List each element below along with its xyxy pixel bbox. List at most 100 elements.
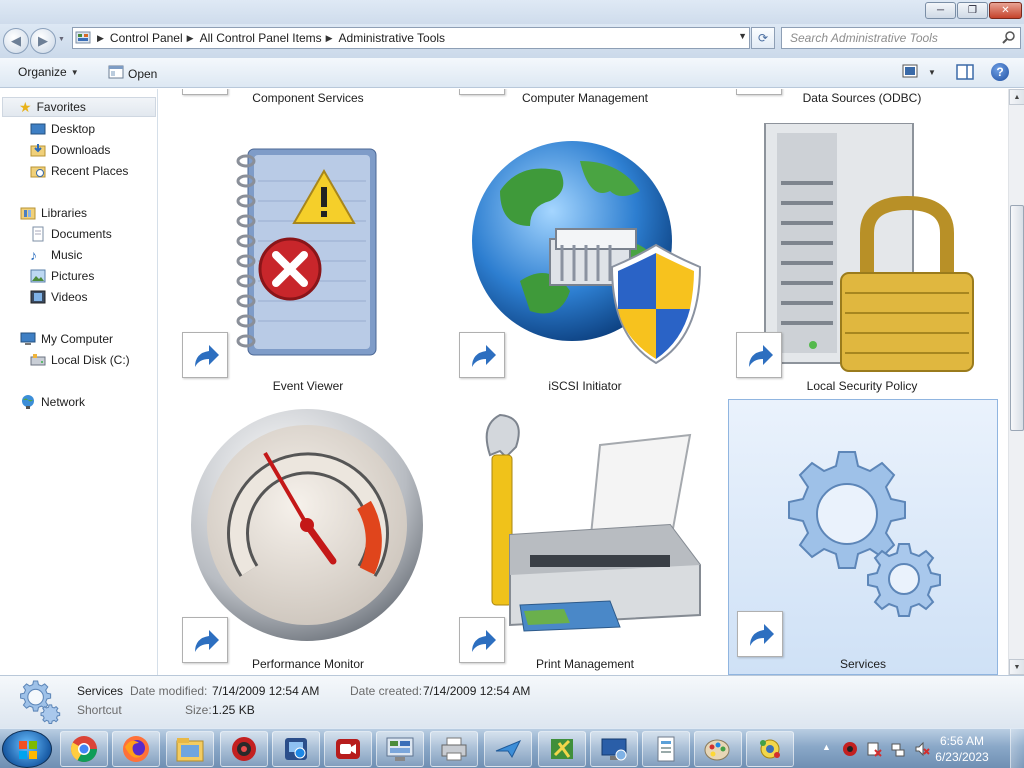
taskbar-firefox[interactable] [112,731,160,767]
start-button[interactable] [2,730,52,768]
views-icon [902,64,918,81]
details-date-modified: 7/14/2009 12:54 AM [212,684,320,698]
record-status-icon[interactable] [842,741,858,757]
change-view-button[interactable]: ▼ [902,64,936,81]
taskbar-recorder[interactable] [220,731,268,767]
taskbar-printer[interactable] [430,731,478,767]
breadcrumb-administrative-tools[interactable]: Administrative Tools [339,31,446,45]
chevron-down-icon[interactable]: ▼ [928,68,936,77]
navigation-pane: ★ Favorites Desktop Downloads Recent Pla… [0,89,158,675]
window-icon [108,65,124,82]
shortcut-arrow-icon [736,332,782,378]
tile-event-viewer[interactable]: Event Viewer [173,117,443,393]
nav-network[interactable]: Network [20,392,85,412]
tile-component-services[interactable]: Component Services [173,89,443,107]
details-type: Shortcut [77,703,122,717]
open-button[interactable]: Open [108,65,157,82]
taskbar-paint[interactable] [694,731,742,767]
nav-desktop[interactable]: Desktop [30,119,95,139]
taskbar-screenshot-tool[interactable] [272,731,320,767]
nav-recent-places[interactable]: Recent Places [30,161,128,181]
control-panel-icon [73,28,93,48]
breadcrumb-control-panel[interactable]: Control Panel [110,31,183,45]
close-button[interactable]: ✕ [989,2,1022,19]
scroll-up-button[interactable]: ▲ [1009,89,1024,105]
minimize-button[interactable]: ─ [925,2,956,19]
search-input[interactable]: Search Administrative Tools [781,27,1021,49]
tile-odbc[interactable]: Data Sources (ODBC) [727,89,997,107]
scroll-down-button[interactable]: ▼ [1009,659,1024,675]
refresh-icon: ⟳ [757,31,769,45]
tile-label: Services [839,657,886,671]
nav-my-computer[interactable]: My Computer [20,329,113,349]
volume-muted-icon[interactable] [914,741,930,757]
show-desktop-button[interactable] [1010,729,1024,768]
taskbar-file-explorer[interactable] [166,731,214,767]
refresh-button[interactable]: ⟳ [751,27,775,49]
tile-services[interactable]: Services [728,399,998,675]
taskbar: ▲ 6:56 AM 6/23/2023 [0,728,1024,768]
app-icon [551,739,573,759]
breadcrumb-arrow-icon[interactable]: ▶ [326,33,333,44]
tile-label: Event Viewer [272,379,344,393]
show-hidden-icons-icon[interactable]: ▲ [822,742,831,752]
paint-icon [704,739,730,761]
breadcrumb-arrow-icon[interactable]: ▶ [187,33,194,44]
address-bar[interactable]: ▶ Control Panel ▶ All Control Panel Item… [72,27,750,49]
settings-tool-icon [760,739,780,759]
forward-button[interactable]: ▶ [30,28,56,54]
taskbar-remote-desktop[interactable] [590,731,638,767]
nav-favorites[interactable]: ★ Favorites [2,97,156,117]
taskbar-video-recorder[interactable] [324,731,372,767]
taskbar-network-tool[interactable] [484,731,532,767]
firefox-icon [123,736,149,762]
nav-documents[interactable]: Documents [30,224,112,244]
back-button[interactable]: ◀ [3,28,29,54]
clock-date[interactable]: 6/23/2023 [932,750,992,764]
nav-music[interactable]: ♪ Music [30,245,82,265]
file-explorer-icon [176,738,204,762]
tile-local-security-policy[interactable]: Local Security Policy [727,117,997,393]
taskbar-app[interactable] [538,731,586,767]
open-label: Open [128,66,158,81]
command-bar: Organize ▼ Open ▼ ? [0,58,1024,88]
nav-videos-label: Videos [51,290,88,304]
address-dropdown-icon[interactable]: ▼ [738,31,747,41]
nav-pictures[interactable]: Pictures [30,266,94,286]
help-icon[interactable]: ? [991,63,1009,81]
restore-button[interactable]: ❐ [957,2,988,19]
scroll-thumb[interactable] [1010,205,1024,431]
print-management-icon [485,413,701,632]
taskbar-settings-tool[interactable] [746,731,794,767]
details-pane: Services Shortcut Date modified: 7/14/20… [0,675,1024,728]
search-icon[interactable] [1002,30,1016,47]
taskbar-document[interactable] [642,731,690,767]
nav-libraries[interactable]: Libraries [20,203,87,223]
tile-computer-management[interactable]: Computer Management [450,89,720,107]
network-status-icon[interactable] [890,741,906,757]
breadcrumb-arrow-icon[interactable]: ▶ [97,33,104,44]
breadcrumb-all-items[interactable]: All Control Panel Items [200,31,322,45]
taskbar-control-panel[interactable] [376,731,424,767]
organize-button[interactable]: Organize ▼ [18,65,79,79]
nav-local-disk[interactable]: Local Disk (C:) [30,350,130,370]
tile-label: iSCSI Initiator [548,379,622,393]
nav-videos[interactable]: Videos [30,287,87,307]
recent-pages-dropdown[interactable]: ▼ [58,36,65,43]
clock-time[interactable]: 6:56 AM [932,734,992,748]
alert-icon[interactable] [866,741,882,757]
tile-label: Performance Monitor [251,657,365,671]
preview-pane-button[interactable] [956,64,974,83]
vertical-scrollbar[interactable]: ▲ ▼ [1008,89,1024,675]
nav-downloads[interactable]: Downloads [30,140,110,160]
tile-performance-monitor[interactable]: Performance Monitor [173,399,443,675]
tile-iscsi-initiator[interactable]: iSCSI Initiator [450,117,720,393]
shortcut-arrow-icon [182,332,228,378]
arrow-right-icon: ▶ [38,33,48,48]
star-icon: ★ [19,98,32,115]
taskbar-chrome[interactable] [60,731,108,767]
recorder-icon [232,737,256,761]
nav-my-computer-label: My Computer [41,332,114,346]
tile-print-management[interactable]: Print Management [450,399,720,675]
chevron-down-icon: ▼ [70,67,79,77]
